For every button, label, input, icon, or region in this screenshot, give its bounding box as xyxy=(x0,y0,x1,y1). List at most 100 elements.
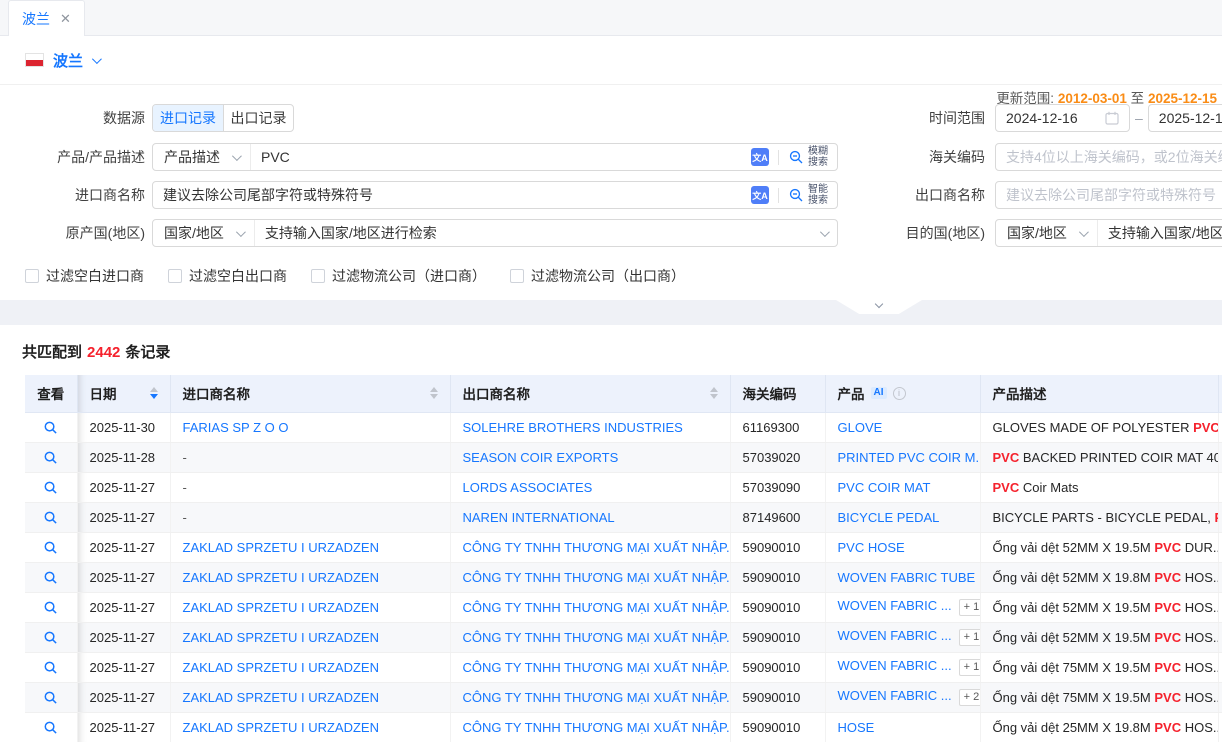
fuzzy-search-label-1: 模糊 xyxy=(808,146,828,157)
origin-country-select[interactable]: 国家/地区 xyxy=(153,220,255,246)
product-search-input[interactable]: PVC xyxy=(251,149,751,165)
product-link[interactable]: BICYCLE PEDAL xyxy=(838,510,940,525)
fuzzy-search-button[interactable]: 模糊搜索 xyxy=(788,146,828,168)
view-search-icon[interactable] xyxy=(43,540,58,555)
col-exporter[interactable]: 出口商名称 xyxy=(450,375,730,412)
view-search-icon[interactable] xyxy=(43,690,58,705)
exporter-link[interactable]: CÔNG TY TNHH THƯƠNG MẠI XUẤT NHẬP... xyxy=(463,570,731,585)
import-records-tab[interactable]: 进口记录 xyxy=(153,105,223,131)
chevron-down-icon[interactable] xyxy=(820,227,830,237)
hs-code-cell: 59090010 xyxy=(730,652,825,682)
exporter-link[interactable]: NAREN INTERNATIONAL xyxy=(463,510,615,525)
product-type-value: 产品描述 xyxy=(164,147,220,167)
checkbox-icon[interactable] xyxy=(311,269,325,283)
view-search-icon[interactable] xyxy=(43,600,58,615)
view-search-icon[interactable] xyxy=(43,420,58,435)
exporter-link[interactable]: LORDS ASSOCIATES xyxy=(463,480,593,495)
panel-divider xyxy=(0,300,1222,325)
product-cell: BICYCLE PEDAL xyxy=(825,502,980,532)
importer-cell: ZAKLAD SPRZETU I URZADZEN xyxy=(170,592,450,622)
exporter-link[interactable]: SOLEHRE BROTHERS INDUSTRIES xyxy=(463,420,683,435)
importer-cell: ZAKLAD SPRZETU I URZADZEN xyxy=(170,652,450,682)
product-link[interactable]: WOVEN FABRIC ... xyxy=(838,598,952,613)
tab-poland[interactable]: 波兰 ✕ xyxy=(8,0,85,36)
date-cell: 2025-11-27 xyxy=(77,472,170,502)
product-link[interactable]: WOVEN FABRIC ... xyxy=(838,688,952,703)
exporter-link[interactable]: CÔNG TY TNHH THƯƠNG MẠI XUẤT NHẬP... xyxy=(463,630,731,645)
exporter-link[interactable]: CÔNG TY TNHH THƯƠNG MẠI XUẤT NHẬP... xyxy=(463,600,731,615)
chevron-down-icon[interactable] xyxy=(92,54,102,64)
checkbox-icon[interactable] xyxy=(168,269,182,283)
dest-country-select[interactable]: 国家/地区 xyxy=(996,220,1098,246)
exporter-link[interactable]: CÔNG TY TNHH THƯƠNG MẠI XUẤT NHẬP... xyxy=(463,720,731,735)
summary-suffix: 条记录 xyxy=(125,344,170,361)
time-range-end-input[interactable]: 2025-12-15 xyxy=(1148,104,1222,132)
time-range-start-input[interactable]: 2024-12-16 xyxy=(995,104,1130,132)
hs-code-input[interactable]: 支持4位以上海关编码，或2位海关编码加 xyxy=(995,143,1222,171)
origin-country-label: 原产国(地区) xyxy=(0,223,145,243)
exporter-input[interactable]: 建议去除公司尾部字符或特殊符号 xyxy=(995,181,1222,209)
importer-link[interactable]: ZAKLAD SPRZETU I URZADZEN xyxy=(183,630,379,645)
col-date[interactable]: 日期 xyxy=(77,375,170,412)
filter-checkbox[interactable]: 过滤物流公司（出口商） xyxy=(510,266,685,286)
importer-link[interactable]: ZAKLAD SPRZETU I URZADZEN xyxy=(183,570,379,585)
view-search-icon[interactable] xyxy=(43,450,58,465)
product-type-select[interactable]: 产品描述 xyxy=(153,144,251,170)
importer-link[interactable]: ZAKLAD SPRZETU I URZADZEN xyxy=(183,600,379,615)
exporter-link[interactable]: SEASON COIR EXPORTS xyxy=(463,450,619,465)
hs-code-cell: 59090010 xyxy=(730,562,825,592)
importer-cell: ZAKLAD SPRZETU I URZADZEN xyxy=(170,682,450,712)
exporter-link[interactable]: CÔNG TY TNHH THƯƠNG MẠI XUẤT NHẬP... xyxy=(463,660,731,675)
filter-checkbox[interactable]: 过滤空白进口商 xyxy=(25,266,144,286)
product-link[interactable]: HOSE xyxy=(838,720,875,735)
more-products-badge[interactable]: + 1 xyxy=(959,629,980,646)
description-cell: BICYCLE PARTS - BICYCLE PEDAL, PVC xyxy=(980,502,1218,532)
product-link[interactable]: PVC COIR MAT xyxy=(838,480,931,495)
view-search-icon[interactable] xyxy=(43,480,58,495)
sort-icons[interactable] xyxy=(430,387,438,399)
more-products-badge[interactable]: + 1 xyxy=(959,599,980,616)
country-header: 波兰 xyxy=(0,36,1222,85)
col-importer[interactable]: 进口商名称 xyxy=(170,375,450,412)
close-icon[interactable]: ✕ xyxy=(60,12,71,25)
view-search-icon[interactable] xyxy=(43,630,58,645)
importer-link[interactable]: ZAKLAD SPRZETU I URZADZEN xyxy=(183,540,379,555)
product-link[interactable]: PRINTED PVC COIR M... xyxy=(838,450,981,465)
filter-checkbox-row: 过滤空白进口商 过滤空白出口商 过滤物流公司（进口商） 过滤物流公司（出口商） xyxy=(25,266,685,286)
importer-link[interactable]: ZAKLAD SPRZETU I URZADZEN xyxy=(183,660,379,675)
importer-link[interactable]: FARIAS SP Z O O xyxy=(183,420,289,435)
product-link[interactable]: WOVEN FABRIC ... xyxy=(838,628,952,643)
product-link[interactable]: WOVEN FABRIC TUBE xyxy=(838,570,976,585)
product-link[interactable]: PVC HOSE xyxy=(838,540,905,555)
translate-icon[interactable]: 文A xyxy=(751,186,769,204)
view-search-icon[interactable] xyxy=(43,660,58,675)
product-link[interactable]: GLOVE xyxy=(838,420,883,435)
product-link[interactable]: WOVEN FABRIC ... xyxy=(838,658,952,673)
importer-link: - xyxy=(183,510,187,525)
importer-link[interactable]: ZAKLAD SPRZETU I URZADZEN xyxy=(183,720,379,735)
view-search-icon[interactable] xyxy=(43,570,58,585)
more-products-badge[interactable]: + 2 xyxy=(959,689,980,706)
info-icon[interactable]: i xyxy=(893,387,906,400)
more-products-badge[interactable]: + 1 xyxy=(959,659,980,676)
smart-search-button[interactable]: 智能搜索 xyxy=(788,184,828,206)
sort-icons[interactable] xyxy=(150,387,158,399)
translate-icon[interactable]: 文A xyxy=(751,148,769,166)
sort-icons[interactable] xyxy=(710,387,718,399)
export-records-tab[interactable]: 出口记录 xyxy=(223,105,293,131)
importer-link[interactable]: ZAKLAD SPRZETU I URZADZEN xyxy=(183,690,379,705)
view-search-icon[interactable] xyxy=(43,510,58,525)
exporter-link[interactable]: CÔNG TY TNHH THƯƠNG MẠI XUẤT NHẬP... xyxy=(463,690,731,705)
checkbox-icon[interactable] xyxy=(25,269,39,283)
country-name[interactable]: 波兰 xyxy=(53,50,83,71)
filter-checkbox[interactable]: 过滤物流公司（进口商） xyxy=(311,266,486,286)
filter-checkbox[interactable]: 过滤空白出口商 xyxy=(168,266,287,286)
view-search-icon[interactable] xyxy=(43,720,58,735)
collapse-panel-handle[interactable] xyxy=(836,300,922,314)
exporter-cell: CÔNG TY TNHH THƯƠNG MẠI XUẤT NHẬP... xyxy=(450,682,730,712)
origin-country-input[interactable]: 支持输入国家/地区进行检索 xyxy=(255,223,820,243)
exporter-link[interactable]: CÔNG TY TNHH THƯƠNG MẠI XUẤT NHẬP... xyxy=(463,540,731,555)
checkbox-icon[interactable] xyxy=(510,269,524,283)
importer-input[interactable]: 建议去除公司尾部字符或特殊符号 xyxy=(153,185,751,205)
dest-country-input[interactable]: 支持输入国家/地区进行检索 xyxy=(1098,223,1222,243)
